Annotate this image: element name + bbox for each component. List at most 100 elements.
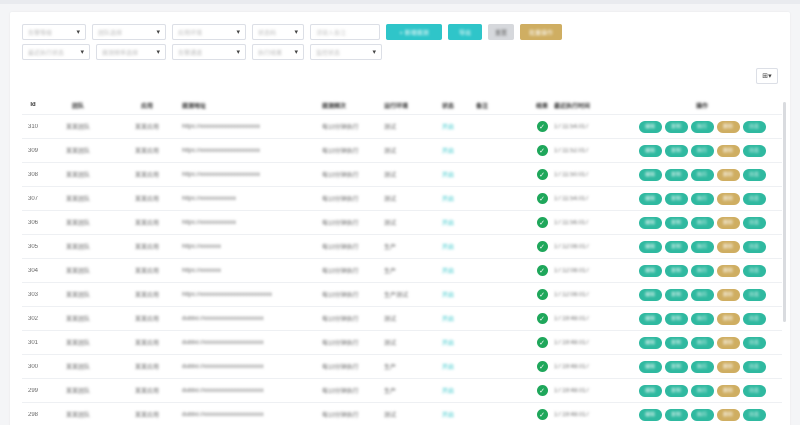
cell-actions: 编辑 复制 执行 删除 日志	[622, 360, 782, 373]
action-button-3[interactable]: 删除	[716, 360, 740, 373]
cell-status[interactable]: 开启	[442, 386, 476, 395]
action-button-1[interactable]: 复制	[664, 384, 688, 397]
action-button-2[interactable]: 执行	[690, 144, 714, 157]
action-button-3[interactable]: 删除	[716, 120, 740, 133]
reset-button[interactable]: 重置	[488, 24, 514, 40]
action-button-1[interactable]: 复制	[664, 120, 688, 133]
action-label: 执行	[696, 220, 707, 226]
last-status-select[interactable]: 最近执行状态 ▾	[22, 44, 90, 60]
action-button-2[interactable]: 执行	[690, 336, 714, 349]
env-select[interactable]: 应用环境 ▾	[172, 24, 246, 40]
action-button-0[interactable]: 编辑	[638, 384, 662, 397]
action-button-4[interactable]: 日志	[742, 384, 766, 397]
action-button-2[interactable]: 执行	[690, 264, 714, 277]
action-button-3[interactable]: 删除	[716, 336, 740, 349]
cell-status[interactable]: 开启	[442, 314, 476, 323]
action-button-3[interactable]: 删除	[716, 216, 740, 229]
action-button-3[interactable]: 删除	[716, 384, 740, 397]
cell-status[interactable]: 开启	[442, 410, 476, 419]
action-button-2[interactable]: 执行	[690, 120, 714, 133]
action-button-1[interactable]: 复制	[664, 312, 688, 325]
action-button-2[interactable]: 执行	[690, 240, 714, 253]
cell-status[interactable]: 开启	[442, 194, 476, 203]
success-check-icon: ✓	[536, 289, 548, 300]
batch-action-button[interactable]: 批量操作	[520, 24, 562, 40]
action-button-0[interactable]: 编辑	[638, 288, 662, 301]
action-button-4[interactable]: 日志	[742, 144, 766, 157]
action-button-1[interactable]: 复制	[664, 144, 688, 157]
action-button-1[interactable]: 复制	[664, 168, 688, 181]
action-button-3[interactable]: 删除	[716, 408, 740, 421]
action-button-2[interactable]: 执行	[690, 288, 714, 301]
action-button-4[interactable]: 日志	[742, 168, 766, 181]
cell-status[interactable]: 开启	[442, 218, 476, 227]
team-select[interactable]: 团队选择 ▾	[92, 24, 166, 40]
cell-status[interactable]: 开启	[442, 146, 476, 155]
cell-url: https://xxxxxxx	[182, 267, 222, 274]
action-button-1[interactable]: 复制	[664, 216, 688, 229]
cell-status[interactable]: 开启	[442, 122, 476, 131]
action-button-4[interactable]: 日志	[742, 216, 766, 229]
action-button-4[interactable]: 日志	[742, 240, 766, 253]
note-search-input[interactable]: 请输入备注	[310, 24, 380, 40]
cell-status[interactable]: 开启	[442, 362, 476, 371]
action-button-2[interactable]: 执行	[690, 192, 714, 205]
columns-grid-icon[interactable]: ⊞▾	[756, 68, 778, 84]
action-button-3[interactable]: 删除	[716, 312, 740, 325]
action-button-0[interactable]: 编辑	[638, 336, 662, 349]
cell-status[interactable]: 开启	[442, 338, 476, 347]
add-probe-button[interactable]: + 新增拨测	[386, 24, 442, 40]
action-button-4[interactable]: 日志	[742, 360, 766, 373]
action-button-4[interactable]: 日志	[742, 312, 766, 325]
cell-status[interactable]: 开启	[442, 290, 476, 299]
action-button-2[interactable]: 执行	[690, 408, 714, 421]
action-button-0[interactable]: 编辑	[638, 120, 662, 133]
action-button-2[interactable]: 执行	[690, 216, 714, 229]
action-button-3[interactable]: 删除	[716, 192, 740, 205]
alert-channel-select[interactable]: 告警通道 ▾	[172, 44, 246, 60]
action-button-4[interactable]: 日志	[742, 120, 766, 133]
monitor-status-select[interactable]: 监控状态 ▾	[310, 44, 382, 60]
action-button-0[interactable]: 编辑	[638, 240, 662, 253]
action-button-0[interactable]: 编辑	[638, 168, 662, 181]
action-button-0[interactable]: 编辑	[638, 312, 662, 325]
status-code-select[interactable]: 状态码 ▾	[252, 24, 304, 40]
action-button-1[interactable]: 复制	[664, 408, 688, 421]
action-button-0[interactable]: 编辑	[638, 192, 662, 205]
action-button-0[interactable]: 编辑	[638, 408, 662, 421]
action-button-0[interactable]: 编辑	[638, 264, 662, 277]
action-button-1[interactable]: 复制	[664, 288, 688, 301]
action-button-0[interactable]: 编辑	[638, 144, 662, 157]
action-button-4[interactable]: 日志	[742, 192, 766, 205]
action-button-1[interactable]: 复制	[664, 360, 688, 373]
scrollbar[interactable]	[783, 102, 786, 322]
action-button-1[interactable]: 复制	[664, 240, 688, 253]
action-button-4[interactable]: 日志	[742, 336, 766, 349]
action-button-3[interactable]: 删除	[716, 144, 740, 157]
action-button-4[interactable]: 日志	[742, 264, 766, 277]
action-button-3[interactable]: 删除	[716, 288, 740, 301]
action-button-1[interactable]: 复制	[664, 192, 688, 205]
cell-status[interactable]: 开启	[442, 170, 476, 179]
alert-level-select[interactable]: 告警等级 ▾	[22, 24, 86, 40]
action-button-2[interactable]: 执行	[690, 360, 714, 373]
action-button-3[interactable]: 删除	[716, 264, 740, 277]
action-label: 编辑	[644, 172, 655, 178]
frequency-select[interactable]: 拨测频率选择 ▾	[96, 44, 166, 60]
action-button-3[interactable]: 删除	[716, 168, 740, 181]
cell-status[interactable]: 开启	[442, 266, 476, 275]
header-result: 结果	[535, 103, 548, 110]
action-button-4[interactable]: 日志	[742, 408, 766, 421]
action-button-4[interactable]: 日志	[742, 288, 766, 301]
action-button-0[interactable]: 编辑	[638, 216, 662, 229]
action-button-2[interactable]: 执行	[690, 312, 714, 325]
action-button-0[interactable]: 编辑	[638, 360, 662, 373]
action-button-2[interactable]: 执行	[690, 384, 714, 397]
action-button-2[interactable]: 执行	[690, 168, 714, 181]
export-button[interactable]: 导出	[448, 24, 482, 40]
action-button-1[interactable]: 复制	[664, 336, 688, 349]
action-button-1[interactable]: 复制	[664, 264, 688, 277]
cell-status[interactable]: 开启	[442, 242, 476, 251]
result-select[interactable]: 执行结果 ▾	[252, 44, 304, 60]
action-button-3[interactable]: 删除	[716, 240, 740, 253]
